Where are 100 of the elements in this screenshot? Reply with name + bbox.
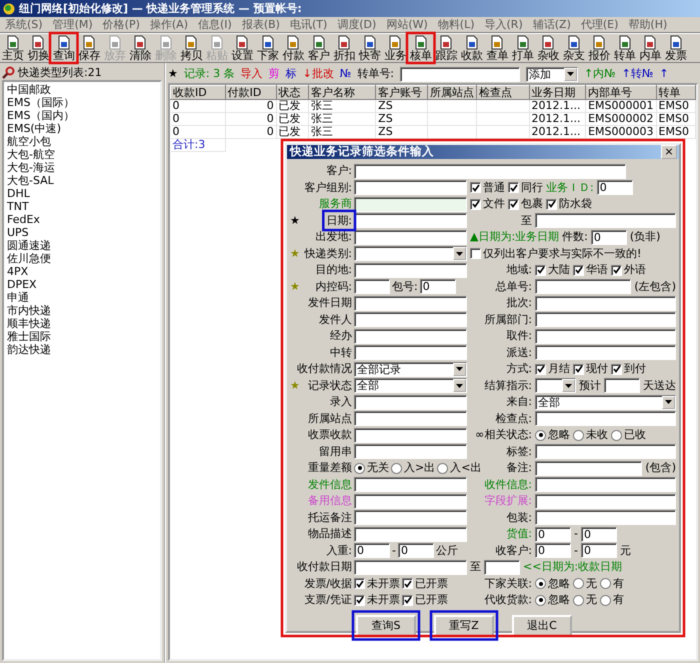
- list-item[interactable]: DHL: [7, 187, 157, 200]
- column-header[interactable]: 内部单号: [586, 86, 656, 100]
- toolbar-link[interactable]: ↑转№: [622, 67, 654, 81]
- toolbar-button[interactable]: 收款: [459, 34, 484, 62]
- menu-item[interactable]: 导入(R): [480, 17, 528, 32]
- input-field[interactable]: [354, 296, 467, 310]
- input-field[interactable]: 0: [535, 526, 571, 542]
- dropdown[interactable]: 添加: [526, 66, 578, 82]
- list-item[interactable]: EMS(中速): [7, 122, 157, 135]
- column-header[interactable]: 客户账号: [376, 86, 428, 100]
- input-field[interactable]: [354, 262, 467, 278]
- radio-option[interactable]: 有: [600, 576, 624, 590]
- input-field[interactable]: [535, 213, 676, 228]
- list-item[interactable]: EMS（国内）: [7, 109, 157, 122]
- list-item[interactable]: 申通: [7, 291, 157, 304]
- input-field[interactable]: 0: [580, 526, 617, 542]
- input-field[interactable]: [535, 279, 632, 294]
- menu-item[interactable]: 网站(W): [381, 17, 433, 32]
- menu-item[interactable]: 调度(D): [332, 17, 382, 32]
- toolbar-button[interactable]: 清除: [128, 34, 153, 62]
- radio-option[interactable]: 未收: [573, 428, 608, 442]
- menu-item[interactable]: 物料(L): [432, 17, 480, 32]
- input-field[interactable]: [535, 411, 676, 426]
- input-field[interactable]: 0: [580, 543, 617, 558]
- input-field[interactable]: [354, 510, 467, 525]
- menu-item[interactable]: 帮助(H): [623, 17, 672, 32]
- close-button[interactable]: ×: [661, 145, 677, 159]
- column-header[interactable]: 状态: [276, 86, 308, 100]
- input-field[interactable]: [354, 494, 467, 508]
- toolbar-button[interactable]: 客户: [306, 34, 332, 62]
- input-field[interactable]: [535, 477, 676, 492]
- input-field[interactable]: 0: [398, 543, 434, 558]
- checkbox[interactable]: 大陆: [535, 263, 570, 277]
- input-field[interactable]: [354, 164, 626, 178]
- list-item[interactable]: 韵达快递: [7, 343, 157, 356]
- list-item[interactable]: 雅士国际: [7, 330, 157, 343]
- checkbox[interactable]: 已开票: [402, 576, 448, 590]
- input-field[interactable]: [535, 296, 676, 310]
- toolbar-button[interactable]: 杂收: [536, 34, 561, 62]
- checkbox[interactable]: 文件: [470, 197, 505, 211]
- toolbar-button[interactable]: 发票: [663, 34, 688, 62]
- dropdown[interactable]: [354, 246, 467, 261]
- column-header[interactable]: 付款ID: [225, 86, 276, 100]
- input-field[interactable]: [354, 180, 467, 195]
- input-field[interactable]: 0: [354, 543, 390, 558]
- dropdown[interactable]: 全部: [535, 394, 676, 410]
- toolbar-button[interactable]: 付款: [280, 34, 306, 62]
- input-field[interactable]: [354, 196, 467, 212]
- list-item[interactable]: UPS: [7, 226, 157, 239]
- list-item[interactable]: 中国邮政: [7, 83, 157, 96]
- toolbar-button[interactable]: 主页: [0, 34, 26, 62]
- input-field[interactable]: [400, 66, 520, 82]
- radio-option[interactable]: 已收: [611, 428, 646, 442]
- radio-option[interactable]: 有: [600, 593, 624, 607]
- dropdown[interactable]: 全部: [354, 378, 467, 393]
- list-item[interactable]: DPEX: [7, 278, 157, 291]
- list-item[interactable]: TNT: [7, 200, 157, 213]
- list-item[interactable]: 大包-海运: [7, 161, 157, 174]
- checkbox[interactable]: 到付: [611, 362, 646, 376]
- checkbox[interactable]: 包裹: [508, 197, 543, 211]
- toolbar-button[interactable]: 设置: [230, 34, 255, 62]
- toolbar-button[interactable]: 保存: [76, 34, 102, 62]
- toolbar-button[interactable]: 打单: [510, 34, 536, 62]
- toolbar-button[interactable]: 查单: [484, 34, 510, 62]
- input-field[interactable]: [535, 444, 676, 459]
- toolbar-button[interactable]: 内单: [638, 34, 663, 62]
- input-field[interactable]: 0: [590, 230, 627, 244]
- dialog-button[interactable]: 退出C: [512, 614, 572, 636]
- input-field[interactable]: [354, 394, 467, 410]
- toolbar-button[interactable]: 下家: [255, 34, 280, 62]
- list-item[interactable]: 佐川急便: [7, 252, 157, 265]
- input-field[interactable]: 0: [535, 543, 571, 558]
- radio-option[interactable]: 无关: [354, 461, 389, 475]
- input-field[interactable]: [354, 328, 467, 344]
- radio-option[interactable]: 无: [573, 593, 597, 607]
- toolbar-link[interactable]: ↓批改: [302, 67, 334, 81]
- menu-item[interactable]: 报表(B): [236, 17, 285, 32]
- toolbar-button[interactable]: 快寄: [357, 34, 382, 62]
- toolbar-button[interactable]: 切换: [26, 34, 51, 62]
- checkbox[interactable]: 已开票: [402, 593, 448, 607]
- checkbox[interactable]: 未开票: [354, 576, 400, 590]
- radio-option[interactable]: 无: [573, 576, 597, 590]
- checkbox[interactable]: 未开票: [354, 593, 400, 607]
- list-item[interactable]: EMS（国际）: [7, 96, 157, 109]
- input-field[interactable]: [354, 312, 467, 327]
- toolbar-button[interactable]: 报价: [586, 34, 612, 62]
- toolbar-button[interactable]: 核单: [408, 34, 434, 62]
- checkbox[interactable]: 防水袋: [546, 197, 592, 211]
- dialog-button[interactable]: 重写Z: [434, 614, 494, 636]
- input-field[interactable]: [354, 477, 467, 492]
- menu-item[interactable]: 系统(S): [0, 17, 48, 32]
- input-field[interactable]: [354, 345, 467, 360]
- input-field[interactable]: [535, 494, 676, 508]
- checkbox[interactable]: 华语: [573, 263, 608, 277]
- checkbox[interactable]: 普通: [470, 180, 505, 194]
- toolbar-link[interactable]: 标: [286, 67, 297, 81]
- menu-item[interactable]: 价格(P): [98, 17, 145, 32]
- list-item[interactable]: 航空小包: [7, 135, 157, 148]
- toolbar-link[interactable]: №: [340, 67, 352, 81]
- checkbox[interactable]: 外语: [611, 263, 646, 277]
